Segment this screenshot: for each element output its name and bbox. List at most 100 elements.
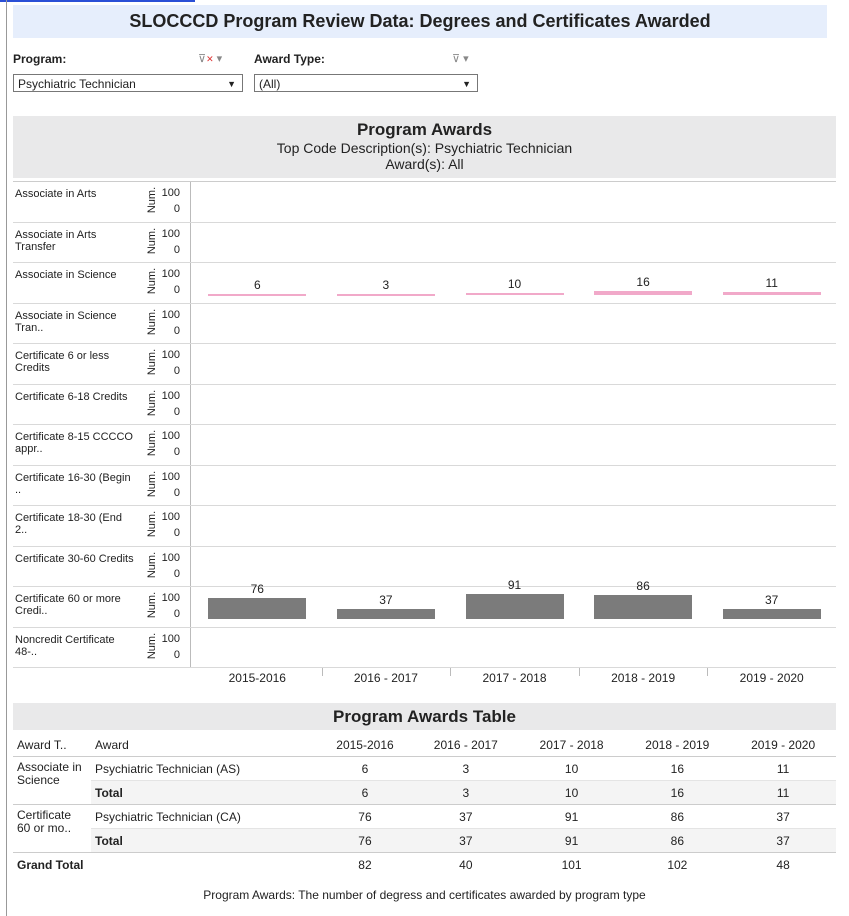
value-cell: 3: [462, 761, 470, 776]
y-tick-label: 100: [161, 632, 180, 645]
bar[interactable]: [336, 609, 435, 620]
y-axis-line: [190, 546, 191, 587]
total-label-cell: Total: [91, 828, 317, 853]
bar-value-label: 37: [765, 593, 779, 608]
footer-note: Program Awards: The number of degress an…: [203, 888, 646, 902]
y-tick-label: 0: [173, 648, 180, 661]
row-divider: [13, 383, 836, 385]
y-tick-label: 0: [173, 365, 180, 377]
y-tick-label: 0: [173, 324, 180, 337]
row-label: Certificate 6 or less Credits: [15, 350, 110, 374]
total-cell: 16: [624, 780, 731, 805]
x-tick-label: 2019 - 2020: [739, 671, 804, 685]
row-divider: [13, 424, 836, 425]
y-axis-line: [190, 303, 191, 344]
table-header-cell: 2016 - 2017: [433, 737, 498, 752]
award-type-dropdown[interactable]: (All) ▼: [254, 74, 478, 92]
row-label: Certificate 6-18 Credits: [15, 390, 128, 403]
y-tick-label: 100: [161, 551, 180, 564]
table-header-cell: Award: [95, 737, 129, 752]
value-cell: 86: [670, 809, 684, 824]
bar-value-label: 6: [253, 277, 261, 292]
filter-clear-icon[interactable]: ⊽✕ ▾: [198, 52, 222, 65]
row-label: Associate in Science: [15, 269, 117, 281]
top-link-underline: [0, 0, 195, 2]
row-divider: [13, 343, 836, 344]
row-divider: [13, 221, 836, 223]
program-dropdown[interactable]: Psychiatric Technician ▼: [13, 74, 243, 92]
table-header-cell: 2019 - 2020: [751, 737, 816, 752]
bar-value-label: 10: [507, 276, 522, 291]
table-header-cell: 2018 - 2019: [645, 737, 710, 752]
table-title: Program Awards Table: [13, 703, 836, 730]
total-cell: 37: [730, 828, 836, 853]
y-tick-label: 100: [161, 187, 180, 199]
bar-value-label: 16: [636, 275, 650, 290]
bar[interactable]: [336, 293, 435, 296]
award-type-cell: Associate in Science: [17, 760, 82, 787]
award-type-filter-label: Award Type:: [254, 52, 325, 66]
y-axis-line: [190, 263, 191, 304]
program-dropdown-value: Psychiatric Technician: [18, 77, 136, 91]
bar[interactable]: [208, 293, 307, 296]
y-axis-line: [190, 182, 191, 223]
chart-subtitle-topcode: Top Code Description(s): Psychiatric Tec…: [276, 140, 573, 156]
y-tick-label: 0: [173, 486, 180, 499]
row-divider: [13, 545, 836, 547]
total-cell: 91: [518, 828, 625, 853]
bar[interactable]: [465, 594, 564, 620]
x-tick-separator: [578, 668, 580, 676]
row-divider: [13, 586, 836, 587]
table-header-cell: 2015-2016: [336, 737, 394, 752]
table-header-row: Award T.. Award 2015-2016 2016 - 2017 2017 -…: [13, 733, 836, 757]
bar-value-label: 3: [382, 277, 390, 292]
page-title: SLOCCCD Program Review Data: Degrees and…: [13, 5, 827, 38]
table-grand-total-row: Grand Total 82 40 101 102 48: [13, 852, 836, 877]
bar[interactable]: [594, 291, 693, 296]
y-axis-line: [190, 384, 191, 425]
y-tick-label: 100: [161, 349, 180, 361]
y-tick-label: 0: [173, 608, 180, 620]
y-tick-label: 0: [173, 243, 180, 256]
value-cell: 37: [776, 809, 790, 824]
y-axis-line: [190, 222, 191, 263]
bar[interactable]: [722, 292, 821, 296]
grand-total-cell: 40: [459, 857, 473, 872]
bar-value-label: 37: [379, 593, 393, 608]
award-cell: Psychiatric Technician (AS): [95, 761, 241, 776]
filter-icon[interactable]: ⊽ ▾: [452, 52, 469, 65]
row-label: Certificate 60 or more Credi..: [15, 593, 121, 617]
caret-down-icon: ▼: [462, 79, 471, 89]
y-axis-line: [190, 425, 191, 466]
grand-total-cell: 82: [358, 857, 372, 872]
x-tick-label: 2018 - 2019: [611, 671, 676, 685]
caret-down-icon: ▼: [227, 79, 236, 89]
row-label: Certificate 18-30 (End 2..: [15, 512, 122, 536]
value-cell: 11: [776, 761, 790, 776]
y-tick-label: 100: [161, 227, 180, 240]
total-cell: 37: [412, 828, 519, 853]
row-label: Associate in Arts: [15, 188, 97, 200]
table-row: Certificate 60 or mo.. Psychiatric Techni…: [13, 805, 836, 835]
y-tick-label: 0: [173, 284, 180, 296]
value-cell: 37: [459, 809, 473, 824]
table-total-row: Total 6 3 10 16 11: [13, 780, 836, 805]
grand-total-label-cell: Grand Total: [17, 857, 84, 872]
bar[interactable]: [594, 595, 693, 620]
y-tick-label: 100: [161, 389, 180, 402]
bar[interactable]: [208, 598, 307, 620]
awards-table: Award T.. Award 2015-2016 2016 - 2017 2017 -…: [13, 733, 836, 876]
y-tick-label: 100: [161, 268, 180, 280]
y-tick-label: 0: [173, 203, 180, 215]
y-tick-label: 100: [161, 592, 180, 604]
row-label: Certificate 16-30 (Begin ..: [15, 471, 131, 496]
table-row: Associate in Science Psychiatric Technici…: [13, 757, 836, 787]
total-label-cell: Total: [91, 780, 317, 805]
x-tick-label: 2016 - 2017: [353, 671, 418, 685]
total-cell: 11: [730, 780, 836, 805]
bar[interactable]: [465, 292, 564, 296]
value-cell: 91: [564, 809, 579, 824]
bar[interactable]: [722, 609, 821, 620]
row-label: Associate in Science Tran..: [15, 309, 117, 334]
x-tick-separator: [450, 668, 452, 676]
